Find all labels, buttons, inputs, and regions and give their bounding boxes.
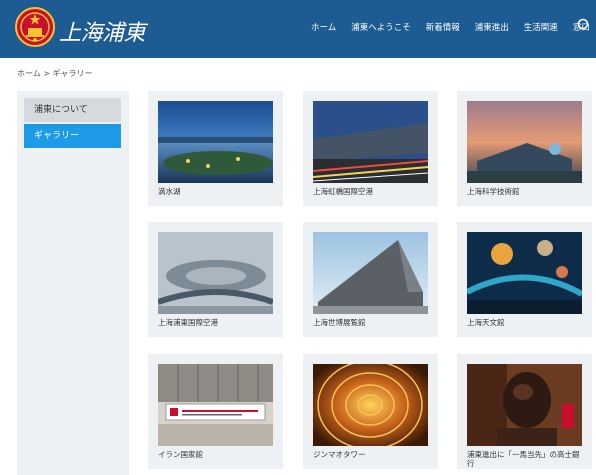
gallery-card[interactable]: ジンマオタワー	[303, 354, 438, 469]
gallery-caption: 上海科学技術館	[467, 187, 520, 196]
sidebar-item-gallery[interactable]: ギャラリー	[24, 124, 121, 148]
site-header: 上海浦東 ホーム 浦東へようこそ 新着情報 浦東進出 生活関連 窓口	[0, 0, 596, 58]
gallery-image[interactable]	[313, 101, 428, 183]
gallery-card[interactable]: 上海天文館	[457, 222, 592, 337]
sidebar-item-about[interactable]: 浦東について	[24, 98, 121, 122]
gallery-caption: 上海世博展覧館	[313, 318, 366, 327]
national-emblem-icon[interactable]	[15, 7, 55, 47]
gallery-image[interactable]	[467, 232, 582, 314]
gallery-card[interactable]: 上海浦東国際空港	[148, 222, 283, 337]
breadcrumb[interactable]: ホーム > ギャラリー	[17, 68, 93, 79]
site-title[interactable]: 上海浦東	[59, 15, 146, 47]
gallery-caption: 上海虹橋国際空港	[313, 187, 373, 196]
gallery-image[interactable]	[158, 101, 273, 183]
search-icon[interactable]	[577, 18, 589, 32]
gallery-image[interactable]	[313, 232, 428, 314]
gallery-image[interactable]	[467, 364, 582, 446]
main-nav: ホーム 浦東へようこそ 新着情報 浦東進出 生活関連 窓口	[311, 21, 596, 33]
nav-home[interactable]: ホーム	[311, 21, 336, 33]
sidebar: 浦東について ギャラリー	[17, 91, 129, 475]
gallery-image[interactable]	[467, 101, 582, 183]
gallery-caption: 滴水湖	[158, 187, 181, 196]
nav-welcome[interactable]: 浦東へようこそ	[351, 21, 411, 33]
gallery-caption: イラン国家館	[158, 450, 203, 459]
nav-news[interactable]: 新着情報	[426, 21, 460, 33]
gallery-card[interactable]: イラン国家館	[148, 354, 283, 469]
gallery-image[interactable]	[158, 364, 273, 446]
gallery-caption: 上海天文館	[467, 318, 505, 327]
nav-living[interactable]: 生活関連	[524, 21, 558, 33]
gallery-card[interactable]: 上海虹橋国際空港	[303, 91, 438, 206]
gallery-card[interactable]: 上海世博展覧館	[303, 222, 438, 337]
gallery-caption: ジンマオタワー	[313, 450, 366, 459]
gallery-card[interactable]: 滴水湖	[148, 91, 283, 206]
gallery-image[interactable]	[158, 232, 273, 314]
gallery-caption: 浦東進出に「一馬当先」の高士銀行	[467, 450, 580, 468]
page: 上海浦東 ホーム 浦東へようこそ 新着情報 浦東進出 生活関連 窓口 ホーム >…	[0, 0, 596, 475]
gallery-card[interactable]: 浦東進出に「一馬当先」の高士銀行	[457, 354, 592, 469]
gallery-caption: 上海浦東国際空港	[158, 318, 218, 327]
gallery-card[interactable]: 上海科学技術館	[457, 91, 592, 206]
gallery-image[interactable]	[313, 364, 428, 446]
nav-business[interactable]: 浦東進出	[475, 21, 509, 33]
